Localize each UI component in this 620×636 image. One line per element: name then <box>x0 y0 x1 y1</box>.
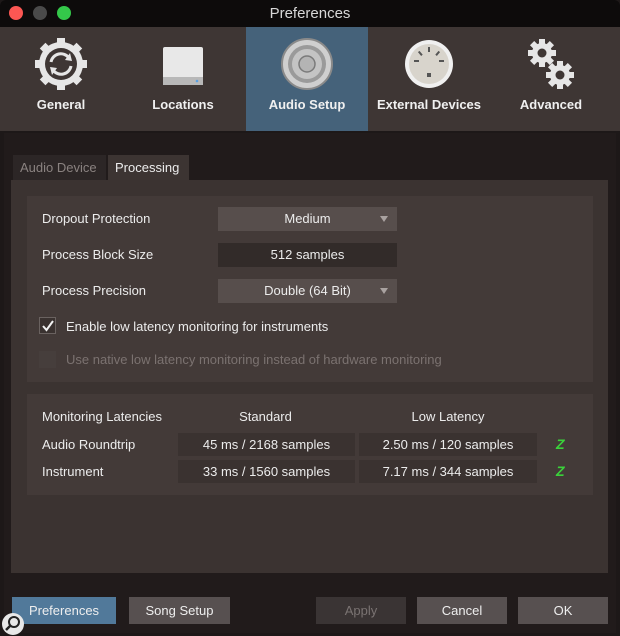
zero-latency-indicator-icon: Z <box>556 463 565 479</box>
song-setup-button[interactable]: Song Setup <box>129 597 230 624</box>
process-precision-select[interactable]: Double (64 Bit) <box>218 279 397 303</box>
native-monitoring-checkbox[interactable] <box>39 351 56 368</box>
standard-column-header: Standard <box>239 409 292 424</box>
low-latency-checkbox-label: Enable low latency monitoring for instru… <box>66 319 329 334</box>
native-monitoring-checkbox-label: Use native low latency monitoring instea… <box>66 352 442 367</box>
toolbar-item-locations[interactable]: Locations <box>122 27 244 131</box>
low-latency-checkbox[interactable] <box>39 317 56 334</box>
tab-audio-device[interactable]: Audio Device <box>13 155 106 181</box>
apply-button[interactable]: Apply <box>316 597 406 624</box>
magnifier-icon <box>2 613 24 635</box>
process-precision-label: Process Precision <box>42 283 147 298</box>
dropout-protection-select[interactable]: Medium <box>218 207 397 231</box>
audio-roundtrip-low-latency: 2.50 ms / 120 samples <box>359 433 537 456</box>
zero-latency-indicator-icon: Z <box>556 436 565 452</box>
toolbar-item-label: General <box>36 97 86 112</box>
gears-icon <box>528 39 574 89</box>
toolbar-item-general[interactable]: General <box>0 27 122 131</box>
window-title: Preferences <box>269 5 351 22</box>
preferences-toolbar: General Locations Audio Setup External D… <box>0 27 620 131</box>
drive-icon <box>163 47 203 85</box>
preferences-button[interactable]: Preferences <box>12 597 116 624</box>
toolbar-item-label: Audio Setup <box>268 97 346 112</box>
dropout-protection-label: Dropout Protection <box>42 211 151 226</box>
process-precision-value: Double (64 Bit) <box>264 283 351 298</box>
chevron-down-icon <box>380 288 388 294</box>
cancel-button[interactable]: Cancel <box>417 597 507 624</box>
toolbar-item-audio-setup[interactable]: Audio Setup <box>246 27 368 131</box>
low-latency-column-header: Low Latency <box>411 409 485 424</box>
checkmark-icon <box>42 320 54 332</box>
sync-gear-icon <box>35 38 87 90</box>
row-label-instrument: Instrument <box>42 464 104 479</box>
dropout-protection-value: Medium <box>284 211 331 226</box>
chevron-down-icon <box>380 216 388 222</box>
toolbar-item-label: Advanced <box>519 97 583 112</box>
toolbar-item-external-devices[interactable]: External Devices <box>368 27 490 131</box>
midi-port-icon <box>405 40 453 88</box>
speaker-icon <box>281 38 333 90</box>
toolbar-item-label: Locations <box>152 97 214 112</box>
audio-roundtrip-standard: 45 ms / 2168 samples <box>178 433 355 456</box>
instrument-low-latency: 7.17 ms / 344 samples <box>359 460 537 483</box>
instrument-standard: 33 ms / 1560 samples <box>178 460 355 483</box>
title-bar: Preferences <box>0 0 620 27</box>
tab-processing[interactable]: Processing <box>108 155 189 181</box>
ok-button[interactable]: OK <box>518 597 608 624</box>
block-size-field[interactable]: 512 samples <box>218 243 397 267</box>
row-label-audio-roundtrip: Audio Roundtrip <box>42 437 136 452</box>
toolbar-item-label: External Devices <box>376 97 482 112</box>
block-size-label: Process Block Size <box>42 247 154 262</box>
toolbar-item-advanced[interactable]: Advanced <box>490 27 612 131</box>
latencies-header: Monitoring Latencies <box>42 409 162 424</box>
